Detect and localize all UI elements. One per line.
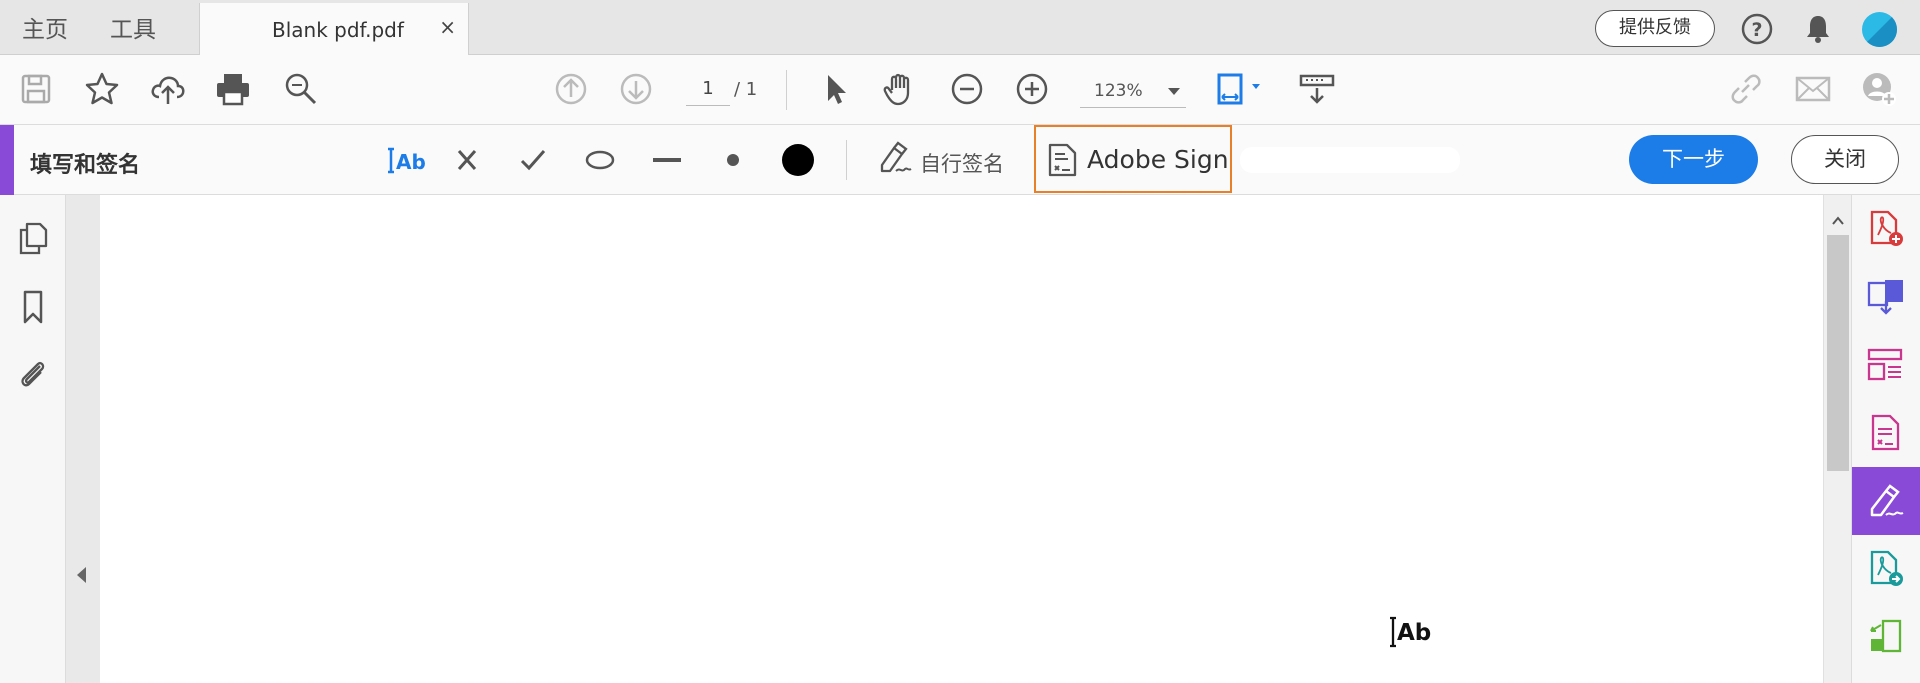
select-arrow-icon[interactable] — [817, 70, 855, 108]
signbar-divider — [846, 140, 847, 180]
bell-icon[interactable] — [1801, 12, 1835, 46]
attachment-icon[interactable] — [14, 355, 52, 393]
edit-pdf-tool[interactable] — [1852, 399, 1920, 467]
search-icon[interactable] — [282, 70, 320, 108]
next-step-button[interactable]: 下一步 — [1629, 135, 1758, 184]
check-mark-icon[interactable] — [514, 141, 552, 179]
send-for-review-tool[interactable] — [1852, 535, 1920, 603]
export-pdf-icon — [1867, 280, 1903, 315]
create-pdf-icon — [1870, 210, 1903, 246]
avatar[interactable] — [1862, 12, 1897, 47]
tab-home[interactable]: 主页 — [22, 10, 68, 44]
add-text-tool-label: Ab — [396, 150, 426, 174]
dot-icon[interactable] — [714, 141, 752, 179]
page-total: / 1 — [734, 79, 758, 100]
share-link-icon[interactable] — [1727, 70, 1765, 108]
scroll-up-icon[interactable] — [1832, 215, 1844, 227]
avatar-shape-icon — [1862, 12, 1897, 47]
vertical-scrollbar[interactable] — [1823, 195, 1851, 683]
bookmark-icon[interactable] — [14, 288, 52, 326]
save-icon[interactable] — [17, 70, 55, 108]
tab-tools[interactable]: 工具 — [110, 10, 156, 44]
document-gutter — [66, 195, 100, 683]
main-toolbar: / 1 123% — [0, 55, 1920, 125]
page-thumbnails-icon[interactable] — [14, 220, 52, 258]
redacted-area — [1240, 147, 1460, 173]
close-button[interactable]: 关闭 — [1791, 135, 1899, 184]
acrobat-window: 主页 工具 Blank pdf.pdf × 提供反馈 ? 1 / 1 123% … — [0, 0, 1920, 683]
svg-text:?: ? — [1751, 19, 1762, 41]
zoom-select[interactable]: 123% — [1080, 72, 1186, 108]
toolbar-divider — [786, 70, 787, 110]
email-icon[interactable] — [1794, 70, 1832, 108]
previous-page-icon[interactable] — [552, 70, 590, 108]
organize-pages-tool[interactable] — [1852, 331, 1920, 399]
feedback-button[interactable]: 提供反馈 — [1595, 10, 1715, 47]
pen-sign-icon — [880, 141, 912, 173]
print-icon[interactable] — [214, 70, 252, 108]
organize-pages-icon — [1867, 348, 1903, 381]
pdf-page-canvas[interactable]: Ab — [100, 195, 1823, 683]
collapse-pane-icon[interactable] — [77, 567, 86, 583]
add-user-icon[interactable] — [1860, 70, 1898, 108]
adobe-sign-button[interactable]: Adobe Sign — [1034, 125, 1232, 193]
create-pdf-tool[interactable] — [1852, 195, 1920, 263]
fill-sign-toolbar: 填写和签名 Ab 自行签名 Adobe Sign 下一步 关闭 — [0, 125, 1920, 195]
left-navigation-pane — [0, 195, 66, 683]
adobe-sign-label: Adobe Sign — [1087, 145, 1229, 174]
scrollbar-thumb[interactable] — [1827, 235, 1849, 471]
send-pdf-icon — [1870, 550, 1903, 586]
read-aloud-icon[interactable] — [1298, 70, 1336, 108]
chevron-down-icon — [1168, 88, 1180, 95]
form-document-icon — [1871, 414, 1900, 451]
right-tools-pane — [1851, 195, 1920, 683]
combine-files-tool[interactable] — [1852, 603, 1920, 671]
export-pdf-tool[interactable] — [1852, 263, 1920, 331]
fill-sign-tool[interactable] — [1852, 467, 1920, 535]
color-swatch-icon[interactable] — [779, 141, 817, 179]
zoom-in-icon[interactable] — [1013, 70, 1051, 108]
ellipse-icon[interactable] — [581, 141, 619, 179]
add-text-tool[interactable]: Ab — [384, 141, 428, 179]
star-icon[interactable] — [83, 70, 121, 108]
cross-mark-icon[interactable] — [448, 141, 486, 179]
cursor-label: Ab — [1397, 620, 1431, 646]
pen-sign-icon — [1870, 484, 1904, 517]
zoom-out-icon[interactable] — [948, 70, 986, 108]
text-cursor-icon: Ab — [1390, 616, 1431, 648]
self-sign-label: 自行签名 — [920, 152, 1004, 176]
fill-sign-title: 填写和签名 — [30, 153, 141, 178]
cloud-upload-icon[interactable] — [149, 70, 187, 108]
combine-files-icon — [1870, 619, 1902, 653]
self-sign-button[interactable]: 自行签名 — [876, 139, 1004, 179]
tab-bar: 主页 工具 Blank pdf.pdf × 提供反馈 ? — [0, 0, 1920, 56]
next-page-icon[interactable] — [617, 70, 655, 108]
hand-tool-icon[interactable] — [881, 70, 919, 108]
document-sign-icon — [1048, 143, 1077, 177]
zoom-value: 123% — [1094, 81, 1143, 101]
page-number-input[interactable] — [686, 72, 730, 106]
fill-sign-accent — [0, 125, 14, 195]
text-cursor-icon: Ab — [388, 147, 426, 174]
tab-document[interactable]: Blank pdf.pdf × — [199, 3, 469, 56]
document-tab-name: Blank pdf.pdf — [272, 18, 404, 42]
fit-page-icon[interactable] — [1214, 70, 1266, 108]
help-icon[interactable]: ? — [1740, 12, 1774, 46]
close-tab-icon[interactable]: × — [439, 17, 456, 37]
line-icon[interactable] — [648, 141, 686, 179]
